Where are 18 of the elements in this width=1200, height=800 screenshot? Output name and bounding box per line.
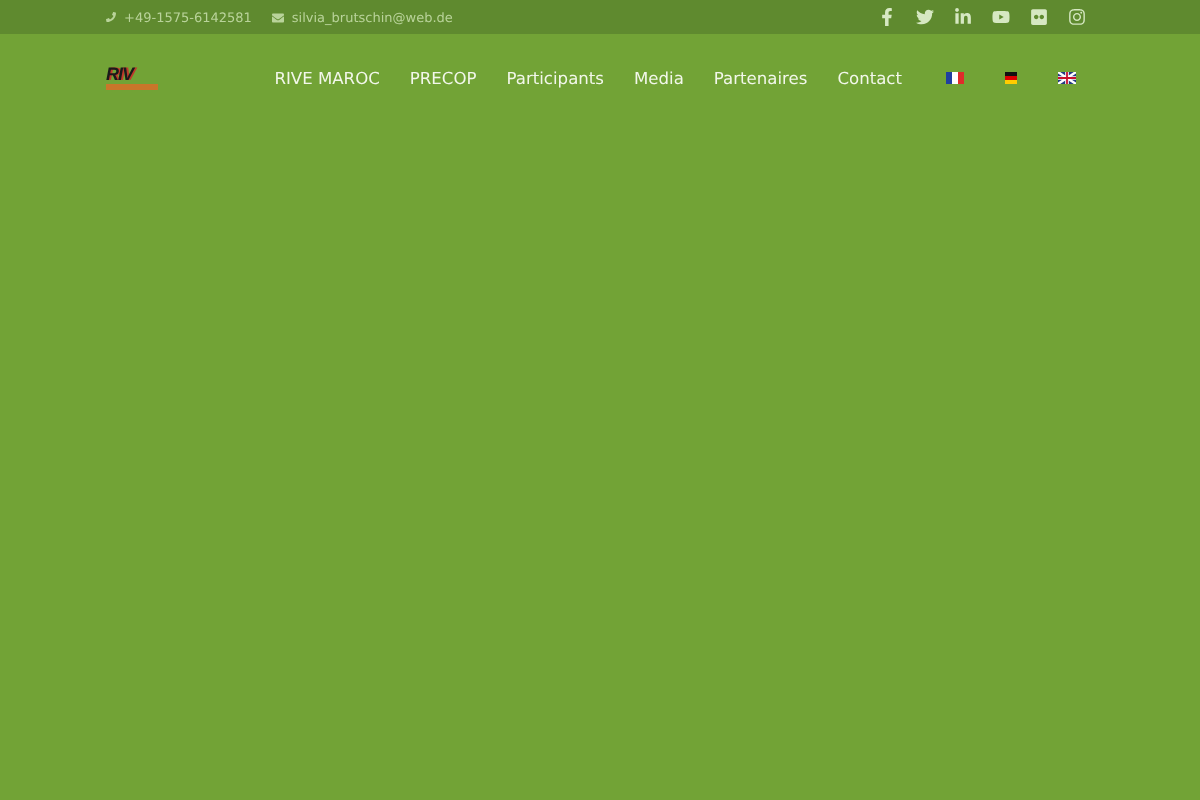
uk-flag-icon[interactable]	[1058, 72, 1076, 84]
flickr-icon[interactable]	[1030, 8, 1048, 26]
nav-link[interactable]: Participants	[506, 68, 604, 88]
instagram-icon[interactable]	[1068, 8, 1086, 26]
envelope-icon	[271, 11, 284, 23]
nav-link[interactable]: RIVE MAROC	[274, 68, 380, 88]
nav-link[interactable]: Partenaires	[713, 68, 808, 88]
facebook-icon[interactable]	[878, 8, 896, 26]
french-flag-icon[interactable]	[946, 72, 964, 84]
phone-icon	[106, 12, 116, 22]
german-flag-icon[interactable]	[1002, 72, 1020, 84]
nav-link[interactable]: Media	[634, 68, 684, 88]
twitter-icon[interactable]	[916, 8, 934, 26]
youtube-icon[interactable]	[992, 8, 1010, 26]
logo[interactable]: RIV	[106, 66, 158, 90]
nav-link[interactable]: Contact	[837, 68, 902, 88]
linkedin-icon[interactable]	[954, 8, 972, 26]
nav-link[interactable]: PRECOP	[409, 68, 477, 88]
